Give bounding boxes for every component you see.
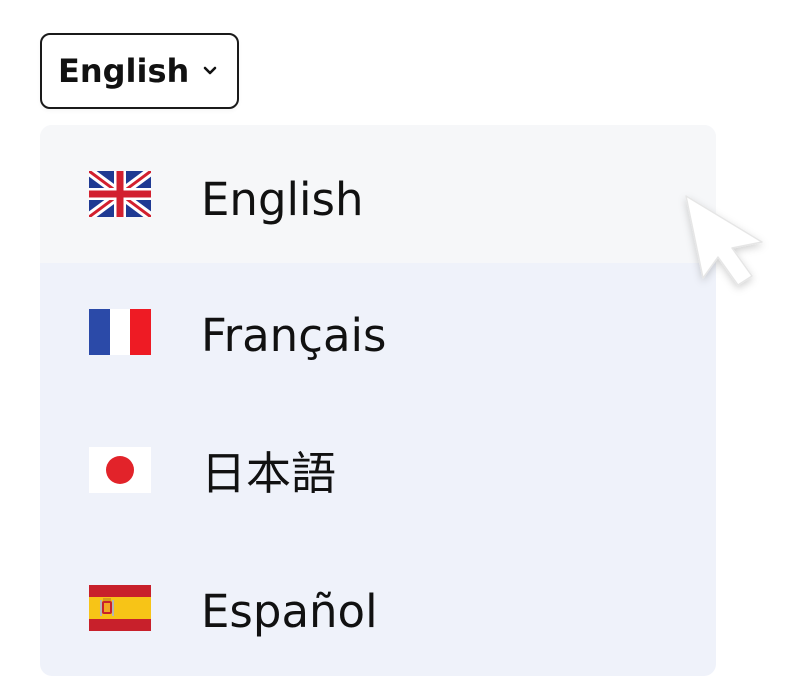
menu-item-label: 日本語 — [201, 447, 337, 500]
flag-japan-icon — [89, 447, 151, 493]
menu-item-espanol[interactable]: Español — [40, 539, 716, 676]
flag-spain-icon — [89, 585, 151, 631]
language-dropdown-menu: English Français 日本語 Español — [40, 125, 716, 676]
menu-item-japanese[interactable]: 日本語 — [40, 401, 716, 539]
menu-item-label: English — [201, 173, 364, 226]
menu-item-english[interactable]: English — [40, 125, 716, 263]
chevron-down-icon — [203, 64, 217, 78]
flag-france-icon — [89, 309, 151, 355]
mouse-pointer-icon — [678, 188, 778, 298]
language-selector-button[interactable]: English — [40, 33, 239, 109]
menu-item-label: Français — [201, 309, 387, 362]
language-selector-label: English — [58, 52, 190, 90]
menu-item-label: Español — [201, 585, 378, 638]
flag-uk-icon — [86, 167, 154, 221]
menu-item-francais[interactable]: Français — [40, 263, 716, 401]
